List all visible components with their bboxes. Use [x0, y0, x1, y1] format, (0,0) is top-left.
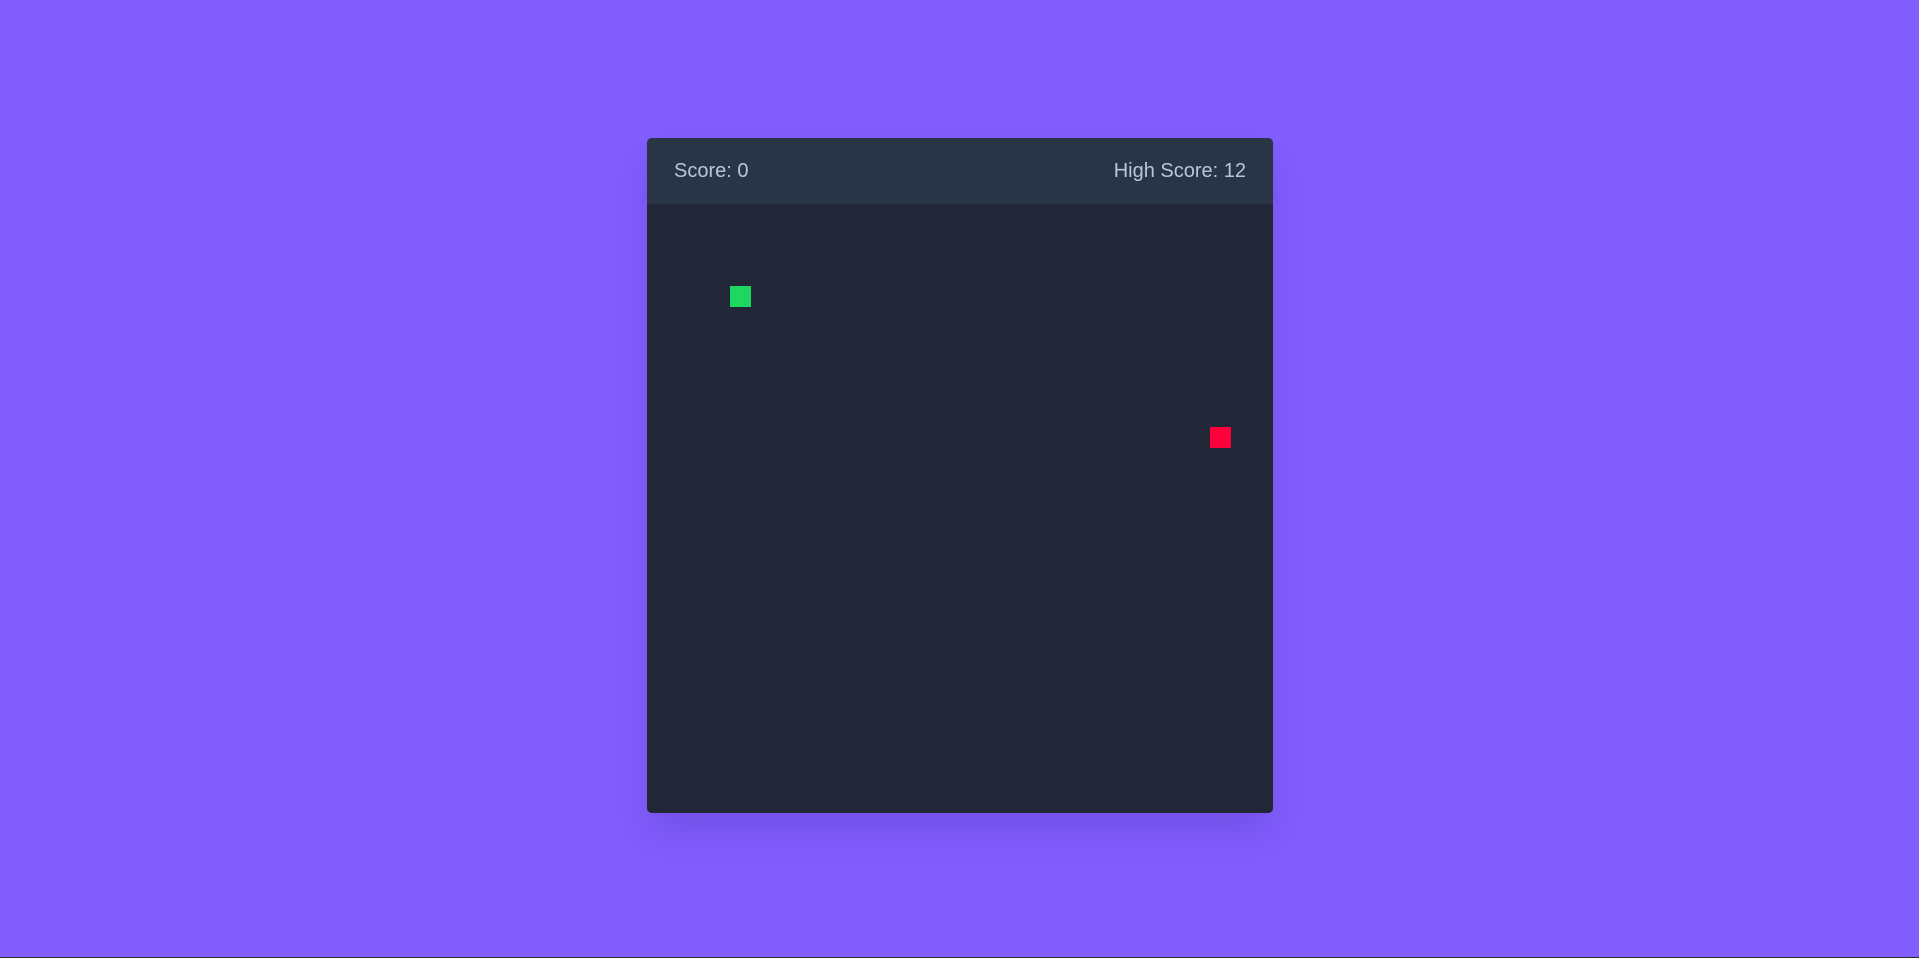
high-score-label: High Score: 12 — [1113, 159, 1246, 182]
game-wrapper: Score: 0 High Score: 12 — [647, 138, 1273, 813]
score-label: Score: 0 — [674, 159, 749, 182]
game-details-bar: Score: 0 High Score: 12 — [647, 138, 1273, 204]
play-board[interactable] — [647, 204, 1273, 813]
food-item — [1210, 427, 1231, 448]
snake-head — [730, 286, 751, 307]
